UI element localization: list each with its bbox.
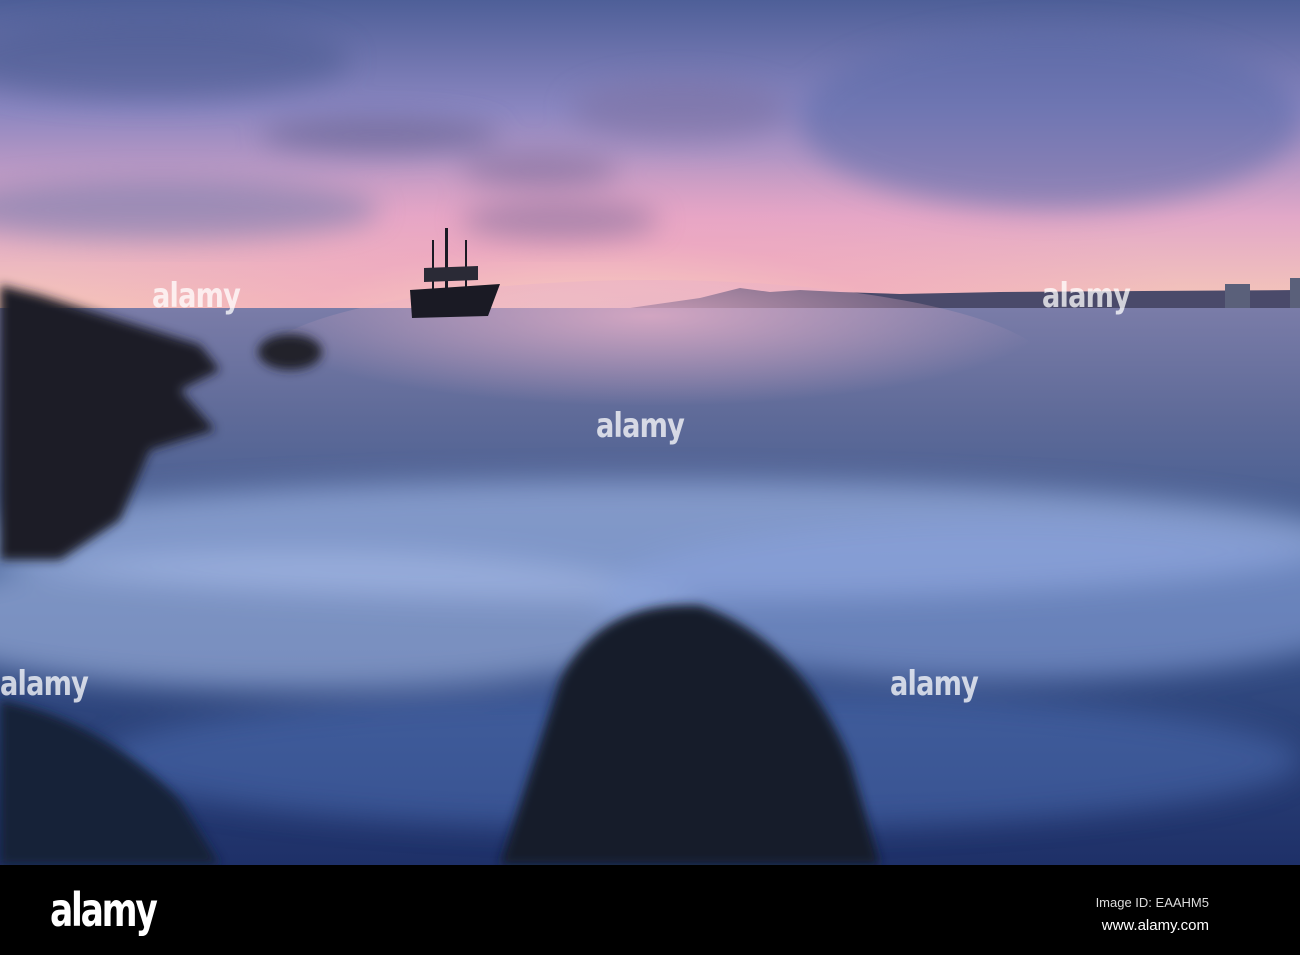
stock-photo-page: alamy alamy alamy alamy alamy alamy Imag… <box>0 0 1300 955</box>
image-id: Image ID: EAAHM5 <box>1095 895 1209 910</box>
watermark: alamy <box>152 276 241 316</box>
watermark: alamy <box>0 664 89 704</box>
alamy-logo[interactable]: alamy <box>50 883 158 937</box>
watermark: alamy <box>1042 276 1131 316</box>
city-building <box>1225 284 1250 308</box>
watermark: alamy <box>596 406 685 446</box>
website-link[interactable]: www.alamy.com <box>1102 917 1209 934</box>
footer-bar: alamy Image ID: EAAHM5 www.alamy.com <box>0 865 1300 955</box>
city-building <box>1290 278 1300 308</box>
watermark: alamy <box>890 664 979 704</box>
